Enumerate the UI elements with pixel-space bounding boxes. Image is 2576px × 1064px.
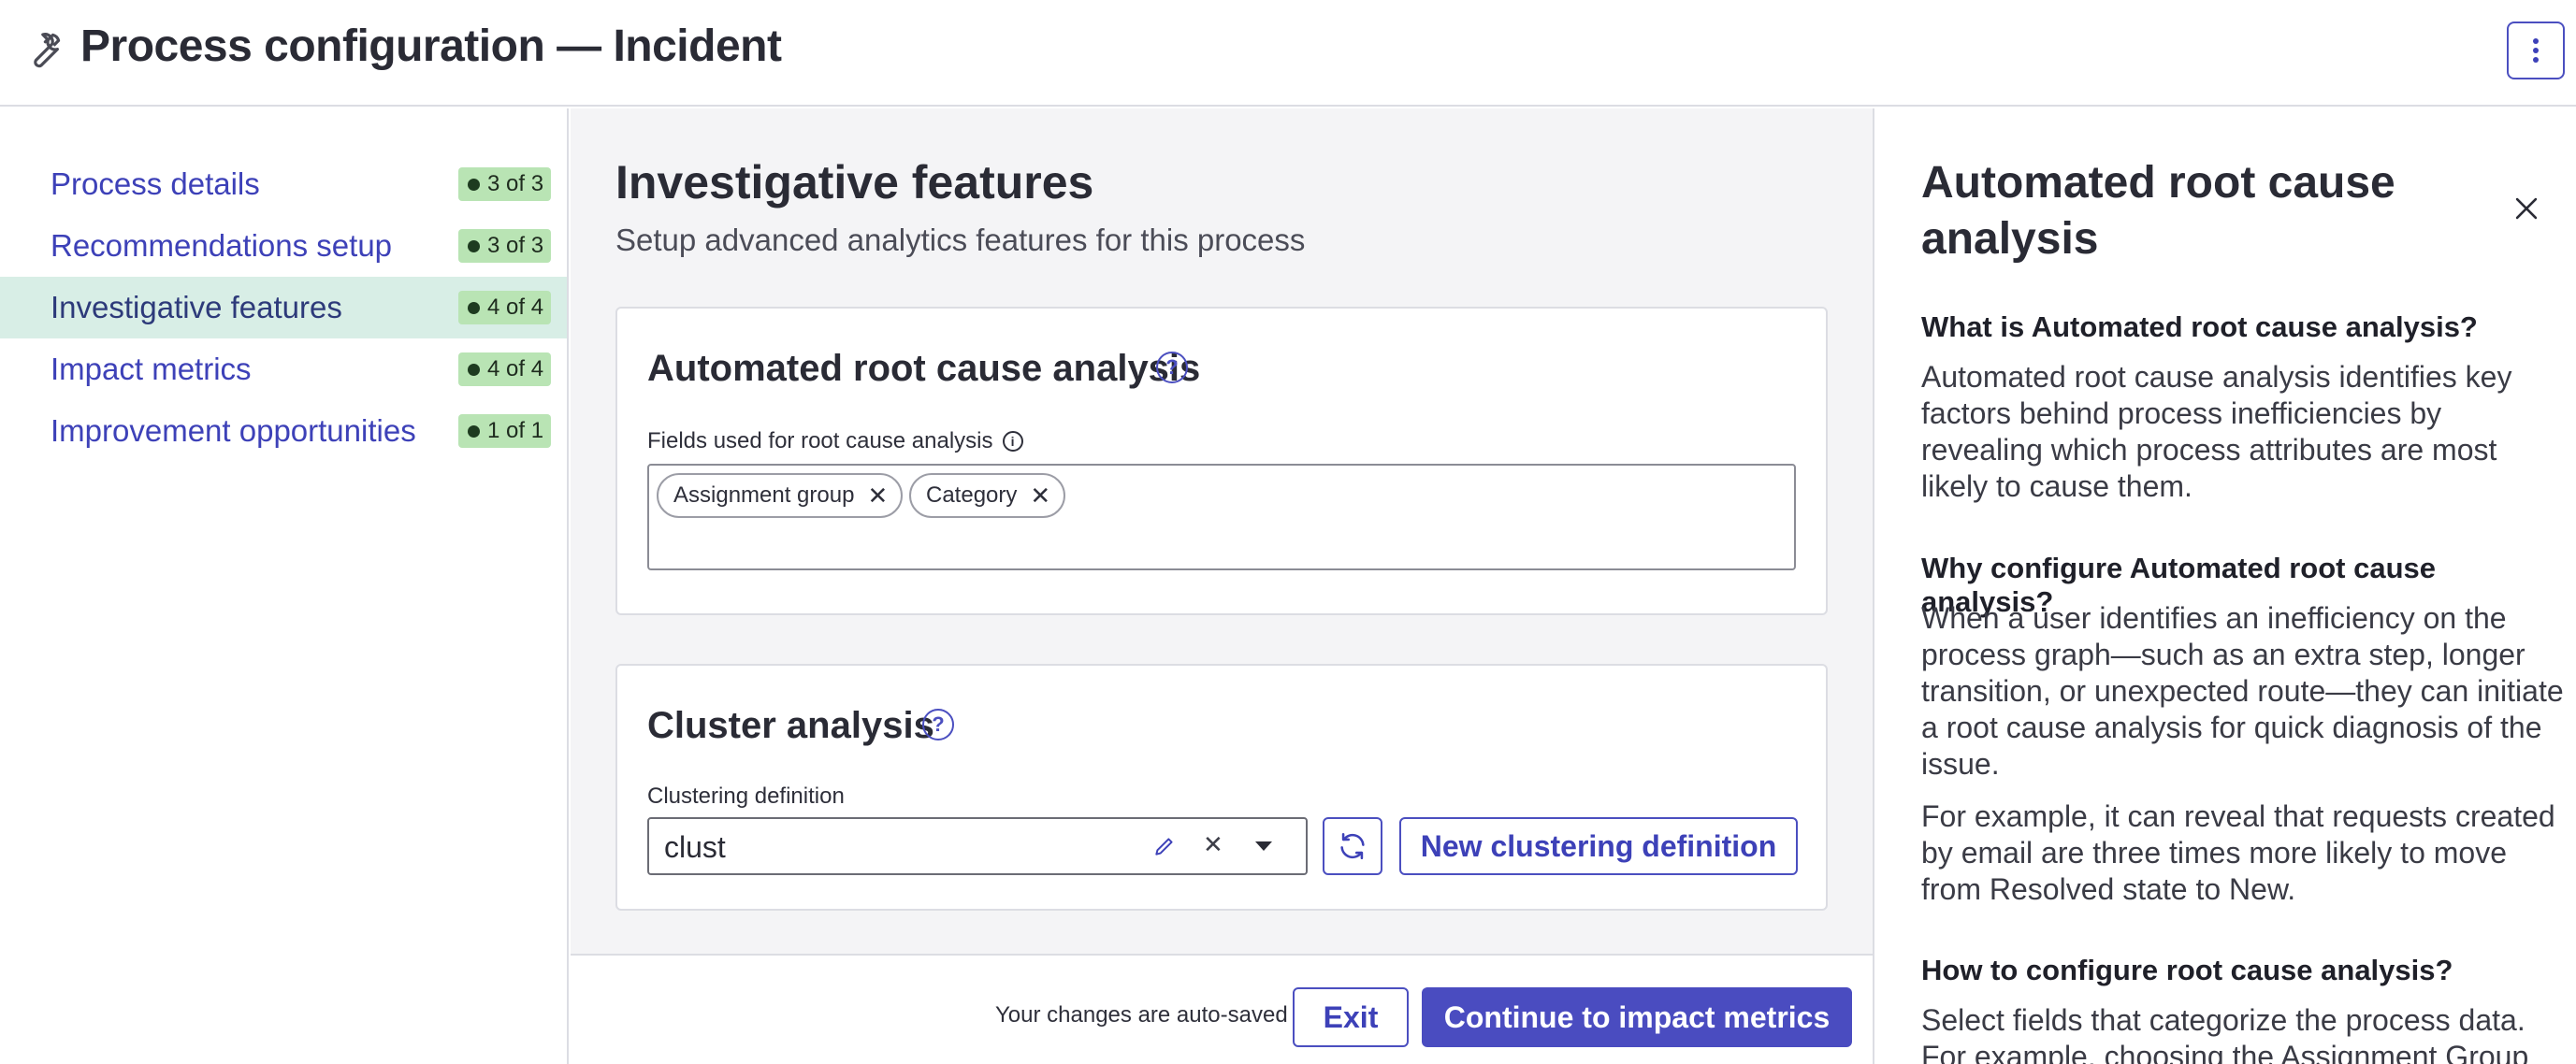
cluster-card: Cluster analysis ? Clustering definition… — [615, 664, 1828, 911]
status-badge: 3 of 3 — [458, 167, 552, 201]
panel-section-heading: How to configure root cause analysis? — [1921, 954, 2453, 986]
exit-button[interactable]: Exit — [1293, 987, 1409, 1047]
panel-section-text: For example, it can reveal that requests… — [1921, 799, 2555, 906]
panel-section-text: Select fields that categorize the proces… — [1921, 1003, 2529, 1064]
refresh-icon — [1340, 832, 1365, 860]
footer-bar: Your changes are auto-saved Exit Continu… — [571, 954, 1873, 1064]
panel-section-text: Automated root cause analysis identifies… — [1921, 360, 2512, 503]
tag-assignment-group: Assignment group ✕ — [657, 473, 904, 518]
section-title: Investigative features — [615, 156, 1094, 208]
nav-item-impact-metrics[interactable]: Impact metrics 4 of 4 — [0, 338, 567, 400]
chevron-down-icon[interactable] — [1253, 840, 1274, 853]
clustering-definition-combobox[interactable]: clust ✕ — [647, 817, 1308, 875]
combobox-value: clust — [664, 830, 726, 864]
cluster-field-label: Clustering definition — [647, 784, 845, 809]
status-dot-icon — [468, 424, 480, 438]
nav-item-label: Improvement opportunities — [51, 413, 416, 448]
nav-item-label: Investigative features — [51, 290, 342, 324]
status-badge: 4 of 4 — [458, 291, 552, 324]
rca-card: Automated root cause analysis ? Fields u… — [615, 307, 1828, 615]
status-badge: 4 of 4 — [458, 352, 552, 386]
panel-section-text: When a user identifies an inefficiency o… — [1921, 601, 2564, 781]
nav-item-label: Recommendations setup — [51, 228, 393, 263]
autosave-status: Your changes are auto-saved — [995, 1002, 1288, 1028]
tag-category: Category ✕ — [909, 473, 1066, 518]
status-dot-icon — [468, 178, 480, 191]
info-icon[interactable]: i — [1002, 431, 1023, 452]
panel-section-heading: What is Automated root cause analysis? — [1921, 310, 2478, 343]
page-title: Process configuration — Incident — [80, 22, 782, 71]
continue-button[interactable]: Continue to impact metrics — [1422, 987, 1852, 1047]
pencil-icon[interactable] — [1152, 834, 1177, 858]
clear-icon[interactable]: ✕ — [1203, 830, 1223, 859]
rca-field-label: Fields used for root cause analysis i — [647, 428, 1023, 454]
remove-tag-icon[interactable]: ✕ — [867, 482, 888, 510]
nav-item-label: Process details — [51, 166, 260, 201]
page-header: Process configuration — Incident — [0, 0, 2576, 107]
nav-item-recommendations-setup[interactable]: Recommendations setup 3 of 3 — [0, 215, 567, 277]
status-badge: 1 of 1 — [458, 414, 552, 448]
status-dot-icon — [468, 301, 480, 314]
remove-tag-icon[interactable]: ✕ — [1030, 482, 1050, 510]
rca-title: Automated root cause analysis — [647, 348, 1201, 389]
step-navigation: Process details 3 of 3 Recommendations s… — [0, 108, 569, 1064]
nav-item-process-details[interactable]: Process details 3 of 3 — [0, 153, 567, 215]
panel-title: Automated root cause analysis — [1921, 158, 2395, 264]
help-icon[interactable]: ? — [1156, 352, 1188, 383]
section-subtitle: Setup advanced analytics features for th… — [615, 223, 1306, 257]
rca-fields-input[interactable]: Assignment group ✕ Category ✕ — [647, 464, 1796, 570]
nav-item-improvement-opportunities[interactable]: Improvement opportunities 1 of 1 — [0, 400, 567, 462]
status-dot-icon — [468, 363, 480, 376]
new-clustering-definition-button[interactable]: New clustering definition — [1399, 817, 1798, 875]
main-content: Investigative features Setup advanced an… — [571, 108, 1873, 1064]
status-dot-icon — [468, 239, 480, 252]
close-icon[interactable] — [2511, 193, 2542, 224]
nav-item-investigative-features[interactable]: Investigative features 4 of 4 — [0, 277, 567, 338]
kebab-icon — [2533, 38, 2539, 63]
nav-item-label: Impact metrics — [51, 352, 252, 386]
wrench-icon — [34, 33, 61, 68]
help-icon[interactable]: ? — [922, 709, 954, 740]
more-options-button[interactable] — [2507, 22, 2565, 79]
status-badge: 3 of 3 — [458, 229, 552, 263]
refresh-button[interactable] — [1323, 817, 1382, 875]
help-panel: Automated root cause analysis What is Au… — [1873, 108, 2576, 1064]
cluster-title: Cluster analysis — [647, 705, 934, 746]
